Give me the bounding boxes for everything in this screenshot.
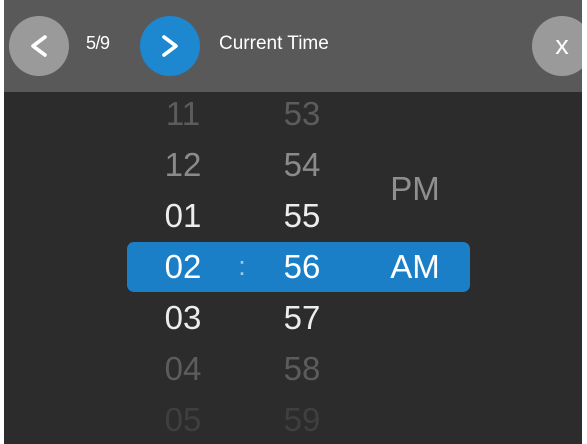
- hour-option[interactable]: 01: [148, 190, 218, 241]
- device-frame: 5/9 Current Time x 11 12 01 02 03 04 05 …: [0, 0, 587, 444]
- minute-option-selected[interactable]: 56: [267, 241, 337, 292]
- page-counter: 5/9: [86, 33, 110, 53]
- time-picker-screen: 5/9 Current Time x 11 12 01 02 03 04 05 …: [4, 0, 582, 444]
- previous-button[interactable]: [9, 16, 69, 76]
- chevron-right-icon: [162, 35, 178, 57]
- minute-option[interactable]: 57: [267, 292, 337, 343]
- chevron-left-icon: [31, 35, 47, 57]
- close-button[interactable]: x: [532, 16, 582, 76]
- minute-option[interactable]: 58: [267, 343, 337, 394]
- close-icon: x: [555, 29, 569, 60]
- minute-wheel[interactable]: 53 54 55 56 57 58 59: [267, 88, 337, 444]
- header-bar: 5/9 Current Time x: [4, 0, 582, 92]
- minute-option[interactable]: 53: [267, 88, 337, 139]
- hour-wheel[interactable]: 11 12 01 02 03 04 05: [148, 88, 218, 444]
- hour-option[interactable]: 03: [148, 292, 218, 343]
- page-title: Current Time: [219, 33, 329, 54]
- period-option-pm[interactable]: PM: [375, 170, 455, 208]
- next-button[interactable]: [140, 16, 200, 76]
- minute-option[interactable]: 54: [267, 139, 337, 190]
- minute-option[interactable]: 59: [267, 394, 337, 444]
- hour-option[interactable]: 12: [148, 139, 218, 190]
- time-separator: :: [238, 251, 246, 281]
- hour-option[interactable]: 11: [148, 88, 218, 139]
- period-option-am-selected[interactable]: AM: [375, 242, 455, 292]
- minute-option[interactable]: 55: [267, 190, 337, 241]
- hour-option[interactable]: 04: [148, 343, 218, 394]
- hour-option-selected[interactable]: 02: [148, 241, 218, 292]
- hour-option[interactable]: 05: [148, 394, 218, 444]
